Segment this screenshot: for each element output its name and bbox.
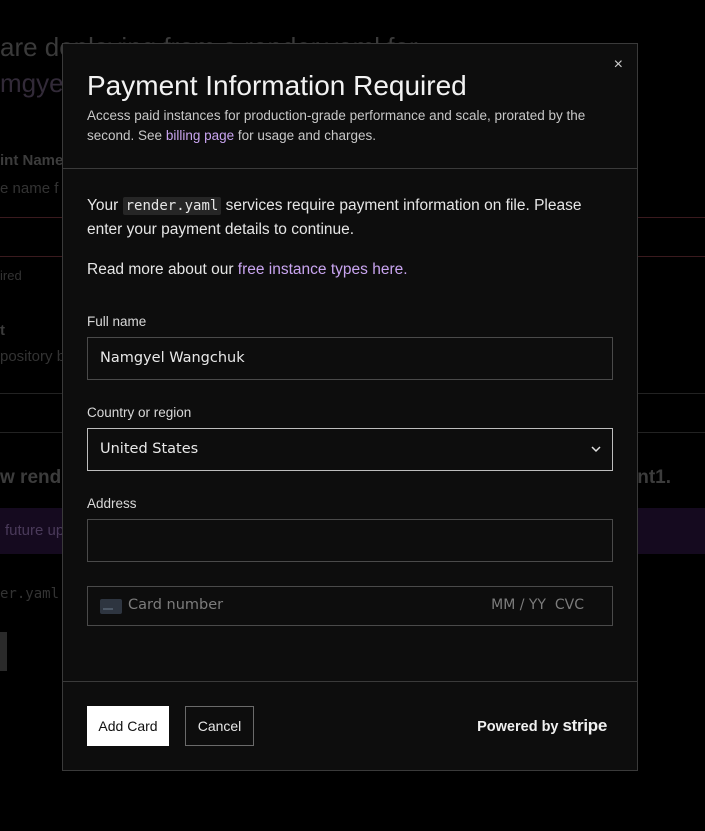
bg-field-label: int Name — [0, 152, 64, 169]
powered-by-stripe: Powered by stripe — [477, 716, 607, 736]
full-name-input[interactable]: Namgyel Wangchuk — [87, 337, 613, 380]
free-instance-types-link[interactable]: free instance types here. — [238, 261, 408, 278]
bg-repo-label: t — [0, 322, 5, 339]
address-label: Address — [87, 496, 137, 511]
bg-repo-sub: pository b — [0, 348, 66, 365]
footer-divider — [63, 681, 637, 682]
chevron-down-icon — [591, 446, 601, 453]
payment-modal: × Payment Information Required Access pa… — [62, 43, 638, 771]
free-instance-note-text: Read more about our — [87, 261, 238, 278]
payment-notice: Your render.yaml services require paymen… — [87, 194, 612, 242]
card-expiry-input[interactable]: MM / YY — [491, 597, 546, 613]
address-input[interactable] — [87, 519, 613, 562]
render-yaml-code: render.yaml — [122, 197, 222, 215]
full-name-label: Full name — [87, 314, 147, 329]
header-divider — [63, 168, 637, 169]
country-select[interactable]: United States — [87, 428, 613, 471]
credit-card-icon — [100, 599, 122, 614]
modal-description-text-end: for usage and charges. — [234, 128, 376, 143]
modal-description: Access paid instances for production-gra… — [87, 106, 617, 146]
add-card-button[interactable]: Add Card — [87, 706, 169, 746]
bg-required-note: ired — [0, 268, 22, 283]
country-value: United States — [100, 441, 199, 457]
payment-notice-start: Your — [87, 197, 123, 214]
modal-title: Payment Information Required — [87, 70, 467, 101]
bg-banner-text: future up — [5, 522, 65, 539]
bg-field-sub: e name f — [0, 180, 59, 197]
card-field[interactable]: Card number MM / YY CVC — [87, 586, 613, 626]
cancel-button[interactable]: Cancel — [185, 706, 254, 746]
billing-page-link[interactable]: billing page — [166, 128, 234, 143]
bg-section-heading: w rend — [0, 467, 62, 488]
close-icon[interactable]: × — [614, 56, 623, 74]
stripe-logo: stripe — [562, 716, 608, 735]
bg-heading-line2: mgyel — [0, 68, 70, 98]
bg-button — [0, 632, 7, 671]
powered-by-text: Powered by — [477, 719, 559, 735]
free-instance-note: Read more about our free instance types … — [87, 258, 408, 282]
card-cvc-input[interactable]: CVC — [555, 597, 584, 613]
card-number-input[interactable]: Card number — [128, 597, 223, 613]
country-label: Country or region — [87, 405, 192, 420]
